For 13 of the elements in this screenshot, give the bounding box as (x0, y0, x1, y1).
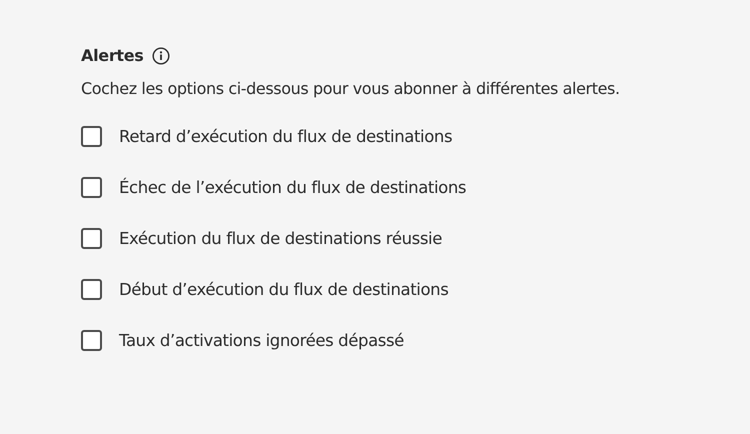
checkbox-label[interactable]: Retard d’exécution du flux de destinations (119, 123, 452, 150)
description-text: Cochez les options ci-dessous pour vous abonner à différentes alertes. (81, 78, 621, 100)
checkbox-label[interactable]: Taux d’activations ignorées dépassé (119, 327, 404, 354)
checkbox[interactable] (81, 126, 102, 147)
info-icon[interactable] (152, 47, 170, 65)
checkbox-label[interactable]: Échec de l’exécution du flux de destinations (119, 174, 466, 201)
checkbox[interactable] (81, 228, 102, 249)
checkbox[interactable] (81, 330, 102, 351)
checkbox-label[interactable]: Début d’exécution du flux de destinations (119, 276, 448, 303)
section-title: Alertes (81, 45, 144, 67)
checkbox[interactable] (81, 279, 102, 300)
checkbox-label[interactable]: Exécution du flux de destinations réussie (119, 225, 442, 252)
checkbox[interactable] (81, 177, 102, 198)
